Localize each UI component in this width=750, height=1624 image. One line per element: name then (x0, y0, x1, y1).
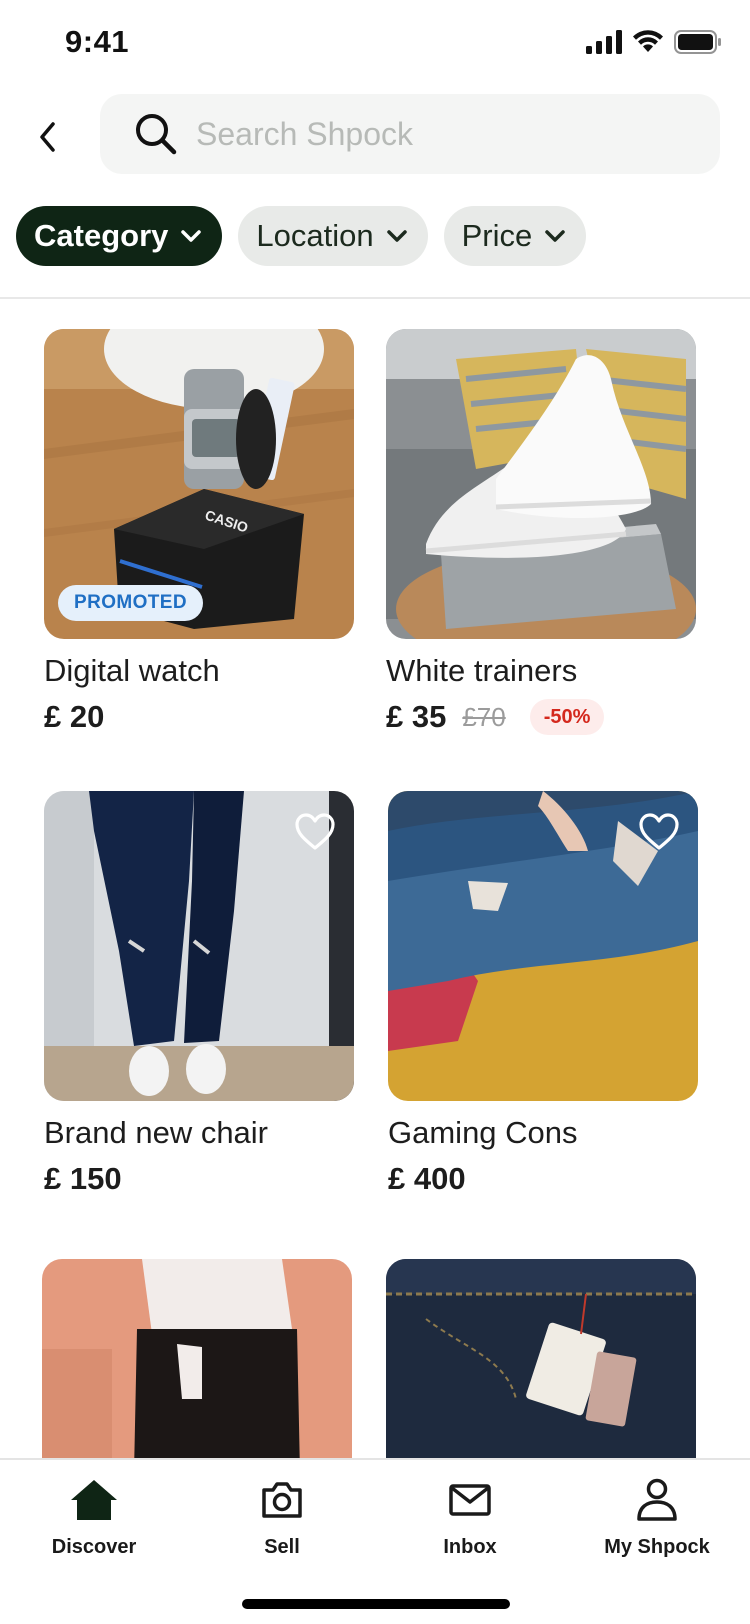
listing-image-jeans[interactable] (386, 1259, 696, 1459)
listings-grid: CASIO PROMOTED Digital watch £ 20 White … (0, 299, 750, 1459)
tab-sell[interactable]: Sell (192, 1474, 372, 1559)
listing-image-gaming-cons[interactable] (388, 791, 698, 1101)
listing-old-price: £70 (462, 701, 506, 732)
listing-card[interactable]: White trainers £ 35 £70 -50% (386, 329, 696, 735)
listing-price: £ 150 (44, 1161, 122, 1196)
chevron-down-icon (544, 229, 566, 243)
listing-title: Digital watch (44, 653, 220, 688)
tab-label: Inbox (443, 1536, 497, 1558)
tab-my-shpock[interactable]: My Shpock (567, 1474, 747, 1559)
tab-discover[interactable]: Discover (4, 1474, 184, 1559)
listing-image-chair[interactable] (44, 791, 354, 1101)
wifi-icon (633, 30, 663, 52)
filter-chip-category[interactable]: Category (16, 206, 223, 266)
listing-card[interactable] (386, 1259, 696, 1459)
listing-price: £ 35 (386, 699, 447, 734)
chevron-left-icon (40, 122, 55, 152)
filter-chip-label: Price (461, 218, 533, 253)
mail-icon (444, 1474, 496, 1526)
listing-card[interactable]: Gaming Cons £ 400 (388, 791, 698, 1197)
cellular-signal-icon (586, 30, 622, 54)
tab-label: My Shpock (604, 1536, 710, 1558)
filter-chip-location[interactable]: Location (238, 206, 428, 266)
listing-price: £ 400 (388, 1161, 466, 1196)
search-bar[interactable] (100, 94, 720, 174)
listing-price: £ 20 (44, 699, 105, 734)
listing-card[interactable]: CASIO PROMOTED Digital watch £ 20 (44, 329, 354, 735)
price-row: £ 400 (388, 1161, 698, 1197)
search-input[interactable] (196, 115, 676, 153)
status-bar: 9:41 (0, 0, 750, 90)
filter-chip-price[interactable]: Price (443, 206, 587, 266)
filter-chip-label: Category (34, 218, 169, 253)
listing-image-trousers[interactable] (42, 1259, 352, 1459)
listing-title: Gaming Cons (388, 1115, 578, 1150)
price-row: £ 35 £70 -50% (386, 699, 696, 735)
status-time: 9:41 (65, 24, 130, 59)
chevron-down-icon (386, 229, 408, 243)
filter-chips: Category Location Price (16, 206, 587, 266)
chevron-down-icon (180, 229, 202, 243)
user-icon (631, 1474, 683, 1526)
battery-icon (674, 30, 721, 54)
filter-chip-label: Location (256, 218, 374, 253)
status-icons (586, 30, 722, 54)
tab-label: Sell (264, 1536, 300, 1558)
discount-badge: -50% (529, 699, 605, 735)
heart-icon[interactable] (638, 811, 680, 853)
price-row: £ 150 (44, 1161, 354, 1197)
listing-card[interactable] (42, 1259, 352, 1459)
listing-image-trainers[interactable] (386, 329, 696, 639)
listing-card[interactable]: Brand new chair £ 150 (44, 791, 354, 1197)
promoted-badge: PROMOTED (58, 585, 203, 621)
tab-label: Discover (51, 1536, 137, 1558)
listing-image-watch[interactable]: CASIO PROMOTED (44, 329, 354, 639)
price-row: £ 20 (44, 699, 354, 735)
home-indicator (242, 1599, 510, 1609)
listing-title: Brand new chair (44, 1115, 269, 1150)
heart-icon[interactable] (294, 811, 336, 853)
listing-title: White trainers (386, 653, 578, 688)
tab-inbox[interactable]: Inbox (380, 1474, 560, 1559)
back-button[interactable] (28, 112, 68, 162)
camera-icon (256, 1474, 308, 1526)
home-icon (68, 1474, 120, 1526)
search-icon (134, 112, 178, 156)
